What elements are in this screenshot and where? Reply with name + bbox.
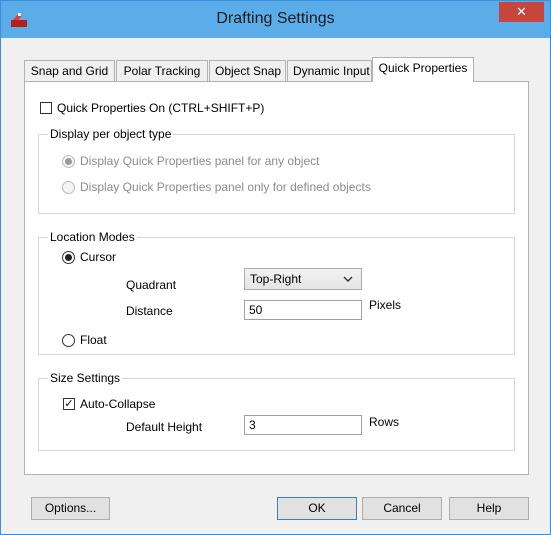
- tab-snap-and-grid[interactable]: Snap and Grid: [24, 60, 115, 81]
- checkmark-icon: ✓: [64, 398, 74, 410]
- float-label: Float: [80, 333, 107, 347]
- tab-dynamic-input[interactable]: Dynamic Input: [287, 60, 372, 81]
- close-icon: ✕: [516, 4, 527, 19]
- distance-label: Distance: [126, 304, 173, 318]
- display-defined-objects-radio[interactable]: [62, 181, 75, 194]
- auto-collapse-checkbox[interactable]: ✓: [63, 398, 75, 410]
- quick-properties-on-label: Quick Properties On (CTRL+SHIFT+P): [57, 101, 265, 115]
- location-modes-title: Location Modes: [48, 230, 137, 244]
- display-per-object-group: Display per object type: [38, 127, 515, 214]
- cursor-label: Cursor: [80, 250, 117, 264]
- quick-properties-panel: Quick Properties On (CTRL+SHIFT+P) Displ…: [24, 81, 529, 475]
- tab-polar-tracking[interactable]: Polar Tracking: [116, 60, 208, 81]
- default-height-unit-label: Rows: [369, 415, 400, 429]
- quick-properties-on-checkbox[interactable]: [40, 102, 52, 114]
- default-height-label: Default Height: [126, 420, 203, 434]
- ok-button[interactable]: OK: [277, 497, 357, 520]
- close-button[interactable]: ✕: [499, 2, 544, 22]
- default-height-input[interactable]: 3: [244, 415, 362, 435]
- cancel-button[interactable]: Cancel: [362, 497, 442, 520]
- tab-quick-properties[interactable]: Quick Properties: [372, 57, 474, 82]
- size-settings-title: Size Settings: [48, 371, 123, 385]
- window-title: Drafting Settings: [216, 10, 335, 27]
- title-bar: Drafting Settings ✕: [1, 1, 550, 38]
- distance-unit-label: Pixels: [369, 298, 402, 312]
- quadrant-value: Top-Right: [250, 272, 302, 286]
- distance-input[interactable]: 50: [244, 300, 362, 320]
- quadrant-label: Quadrant: [126, 278, 177, 292]
- quadrant-select[interactable]: Top-Right: [244, 268, 362, 290]
- float-radio[interactable]: [62, 334, 75, 347]
- cursor-radio[interactable]: [62, 251, 75, 264]
- display-any-object-label: Display Quick Properties panel for any o…: [80, 154, 320, 168]
- display-per-object-title: Display per object type: [48, 127, 174, 141]
- display-any-object-radio[interactable]: [62, 155, 75, 168]
- display-defined-objects-label: Display Quick Properties panel only for …: [80, 180, 371, 194]
- drafting-settings-dialog: Drafting Settings ✕ Snap and Grid Polar …: [0, 0, 551, 535]
- options-button[interactable]: Options...: [31, 497, 110, 520]
- tab-object-snap[interactable]: Object Snap: [209, 60, 286, 81]
- chevron-down-icon: [343, 269, 353, 296]
- auto-collapse-label: Auto-Collapse: [80, 397, 156, 411]
- help-button[interactable]: Help: [449, 497, 529, 520]
